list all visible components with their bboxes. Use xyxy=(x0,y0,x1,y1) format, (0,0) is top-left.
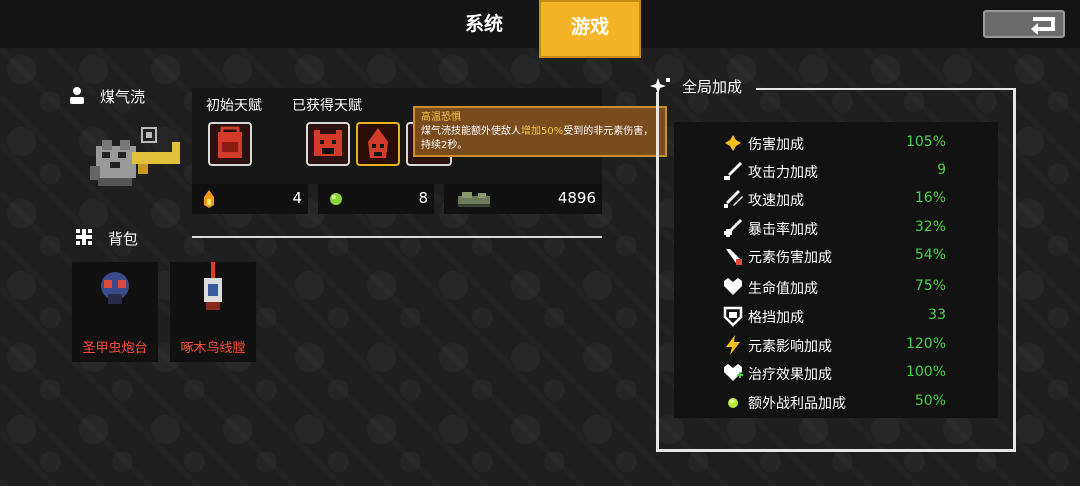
bonus-label: 攻速加成 xyxy=(748,193,804,209)
resource-value: 8 xyxy=(418,189,428,207)
tab-system[interactable]: 系统 xyxy=(452,0,516,48)
item-name: 圣甲虫炮台 xyxy=(82,341,148,356)
bonus-row: 攻速加成 16% xyxy=(674,186,998,212)
obtained-talent-label: 已获得天赋 xyxy=(292,98,362,114)
tab-game[interactable]: 游戏 xyxy=(539,0,641,58)
ammo-icon xyxy=(458,192,490,207)
bonus-row: 格挡加成 33 xyxy=(674,303,998,329)
bonus-row: 额外战利品加成 50% xyxy=(674,389,998,415)
heart-icon xyxy=(724,278,742,295)
hero-name: 煤气涜 xyxy=(100,88,146,106)
resource-gem: 8 xyxy=(318,184,434,214)
bonus-value: 50% xyxy=(914,393,946,409)
crit-icon xyxy=(724,219,742,237)
backpack-item-1[interactable]: 圣甲虫炮台 xyxy=(72,262,158,362)
bonus-row: 治疗效果加成 100% xyxy=(674,360,998,386)
talent-tooltip: 高温恐惧 煤气涜技能额外使敌人增加50%受到的非元素伤害，持续2秒。 xyxy=(413,106,667,157)
resource-value: 4 xyxy=(292,189,302,207)
resource-ammo: 4896 xyxy=(444,184,602,214)
resource-value: 4896 xyxy=(557,189,596,207)
bonus-label: 额外战利品加成 xyxy=(748,396,846,412)
bonus-value: 100% xyxy=(905,364,946,380)
bonus-value: 32% xyxy=(914,219,946,235)
bonus-row: 暴击率加成 32% xyxy=(674,215,998,241)
initial-talent-slot[interactable] xyxy=(208,122,252,166)
woodpecker-rifle-icon xyxy=(204,262,222,310)
loot-orb-icon xyxy=(728,398,738,408)
hero-sprite xyxy=(90,127,180,186)
scarab-turret-icon xyxy=(101,272,129,304)
bonus-label: 元素影响加成 xyxy=(748,339,832,355)
backpack-title: 背包 xyxy=(108,230,139,248)
boar-talent-icon xyxy=(314,130,342,156)
bonus-value: 9 xyxy=(937,162,946,178)
resource-flame: 4 xyxy=(192,184,308,214)
bonus-row: 元素伤害加成 54% xyxy=(674,243,998,269)
return-arrow-icon xyxy=(1031,17,1055,35)
backpack-divider xyxy=(192,236,602,238)
obtained-talent-slot-1[interactable] xyxy=(306,122,350,166)
bonus-row: 元素影响加成 120% xyxy=(674,332,998,358)
flame-icon xyxy=(204,190,214,208)
global-bonus-title: 全局加成 xyxy=(682,78,743,96)
damage-icon xyxy=(725,135,741,151)
backpack-item-2[interactable]: 啄木鸟线膛 xyxy=(170,262,256,362)
bonus-value: 16% xyxy=(914,190,946,206)
bonus-value: 75% xyxy=(914,278,946,294)
fire-talent-icon xyxy=(368,128,388,158)
attack-speed-icon xyxy=(724,190,743,208)
tooltip-body-before: 煤气涜技能额外使敌人 xyxy=(421,126,521,137)
bonus-value: 120% xyxy=(905,336,946,352)
item-name: 啄木鸟线膛 xyxy=(180,341,246,356)
tooltip-title: 高温恐惧 xyxy=(421,112,461,123)
sword-icon xyxy=(724,162,742,180)
bonus-row: 伤害加成 105% xyxy=(674,130,998,156)
bonus-value: 54% xyxy=(914,247,946,263)
sparkle-icon xyxy=(650,78,670,94)
backpack-icon xyxy=(76,229,92,245)
heal-heart-icon xyxy=(724,364,743,381)
bonus-label: 生命值加成 xyxy=(748,281,818,297)
elemental-damage-icon xyxy=(726,249,742,265)
bonus-label: 攻击力加成 xyxy=(748,165,818,181)
bonus-label: 治疗效果加成 xyxy=(748,367,832,383)
bonus-label: 伤害加成 xyxy=(748,137,804,153)
bonus-row: 生命值加成 75% xyxy=(674,274,998,300)
shield-icon xyxy=(723,306,743,327)
bonus-value: 105% xyxy=(905,134,946,150)
tooltip-body: 煤气涜技能额外使敌人增加50%受到的非元素伤害，持续2秒。 xyxy=(421,125,659,153)
backpack-talent-icon xyxy=(218,126,242,158)
bonus-label: 元素伤害加成 xyxy=(748,250,832,266)
bonus-label: 暴击率加成 xyxy=(748,222,818,238)
person-icon xyxy=(70,87,84,104)
initial-talent-label: 初始天赋 xyxy=(206,98,262,114)
tooltip-body-highlight: 增加50% xyxy=(521,126,564,137)
back-button[interactable] xyxy=(983,10,1065,38)
bonus-value: 33 xyxy=(928,307,946,323)
lightning-icon xyxy=(726,335,740,355)
bonus-row: 攻击力加成 9 xyxy=(674,158,998,184)
bonus-label: 格挡加成 xyxy=(748,310,804,326)
green-gem-icon xyxy=(330,193,342,205)
obtained-talent-slot-2[interactable] xyxy=(356,122,400,166)
